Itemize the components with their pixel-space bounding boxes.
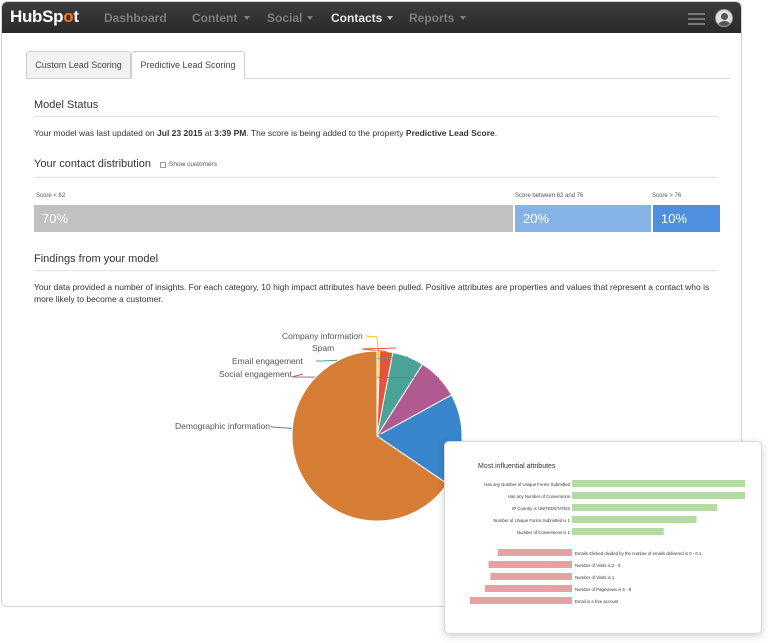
attribute-bar[interactable] bbox=[488, 561, 572, 568]
segment-label-high: Score > 76 bbox=[652, 193, 682, 199]
pie-label: Company information bbox=[282, 331, 363, 341]
chevron-down-icon bbox=[460, 16, 466, 20]
nav-reports[interactable]: Reports bbox=[409, 11, 454, 25]
tab-predictive-lead-scoring[interactable]: Predictive Lead Scoring bbox=[131, 51, 245, 79]
attribute-label: Has any Number of Conversions bbox=[508, 494, 570, 499]
attribute-label: Emails Clicked divided by the number of … bbox=[575, 551, 702, 556]
attribute-label: IP Country is UNITEDSTATES bbox=[512, 506, 570, 511]
attribute-label: Number of Pageviews is 5 - 8 bbox=[575, 587, 632, 592]
attribute-bar[interactable] bbox=[490, 573, 572, 580]
pie-label: Demographic information bbox=[175, 421, 270, 431]
model-status-heading: Model Status bbox=[34, 99, 99, 111]
chevron-down-icon bbox=[387, 16, 393, 20]
segment-label-low: Score < 62 bbox=[36, 193, 66, 199]
nav-contacts[interactable]: Contacts bbox=[331, 11, 382, 25]
pie-label: Email engagement bbox=[232, 356, 304, 366]
attribute-bar[interactable] bbox=[572, 528, 664, 535]
divider bbox=[34, 177, 718, 178]
nav-content[interactable]: Content bbox=[192, 11, 237, 25]
predictive-lead-score-property: Predictive Lead Score bbox=[405, 128, 495, 138]
attribute-label: Number of Conversions is 1 bbox=[517, 530, 571, 535]
attribute-bar[interactable] bbox=[572, 516, 697, 523]
attribute-bar[interactable] bbox=[572, 504, 718, 511]
model-updated-time: 3:39 PM bbox=[214, 128, 247, 138]
pie-label: Spam bbox=[312, 343, 334, 353]
findings-text: Your data provided a number of insights.… bbox=[34, 282, 710, 304]
tab-custom-lead-scoring[interactable]: Custom Lead Scoring bbox=[26, 51, 131, 79]
influential-attributes-card: Most influential attributes Has any Numb… bbox=[444, 441, 762, 634]
attribute-bar[interactable] bbox=[470, 597, 572, 604]
divider bbox=[34, 270, 718, 271]
hamburger-icon[interactable] bbox=[688, 13, 705, 25]
model-updated-date: Jul 23 2015 bbox=[157, 128, 203, 138]
attribute-label: Number of Visits is 2 - 5 bbox=[575, 563, 621, 568]
findings-heading: Findings from your model bbox=[34, 253, 159, 265]
segment-label-mid: Score between 62 and 76 bbox=[515, 193, 584, 199]
attribute-label: Has any Number of Unique Forms Submitted bbox=[484, 482, 570, 487]
distribution-bar-high[interactable]: 10% bbox=[653, 205, 720, 232]
pie-label: Social engagement bbox=[219, 369, 292, 379]
attribute-label: Number of Unique Forms Submitted is 1 bbox=[493, 518, 570, 523]
chevron-down-icon bbox=[244, 16, 250, 20]
top-navigation-bar: HubSpot Dashboard Content Social Contact… bbox=[2, 2, 741, 33]
show-customers-checkbox[interactable] bbox=[160, 162, 166, 168]
show-customers-label: Show customers bbox=[169, 161, 218, 168]
attribute-bar[interactable] bbox=[484, 585, 572, 592]
attributes-bar-chart: Has any Number of Unique Forms Submitted… bbox=[470, 480, 745, 604]
contact-distribution-heading: Your contact distribution bbox=[34, 158, 151, 170]
attribute-bar[interactable] bbox=[572, 492, 745, 499]
nav-social[interactable]: Social bbox=[267, 11, 302, 25]
attribute-bar[interactable] bbox=[572, 480, 745, 487]
distribution-bar-mid[interactable]: 20% bbox=[515, 205, 651, 232]
model-status-text: Your model was last updated on Jul 23 20… bbox=[34, 128, 498, 138]
hubspot-logo[interactable]: HubSpot bbox=[10, 7, 79, 27]
user-avatar-icon[interactable] bbox=[715, 9, 733, 27]
pie-leader-line bbox=[361, 347, 397, 353]
attribute-bar[interactable] bbox=[497, 549, 572, 556]
chevron-down-icon bbox=[307, 16, 313, 20]
distribution-bar-low[interactable]: 70% bbox=[34, 205, 513, 232]
nav-dashboard[interactable]: Dashboard bbox=[104, 11, 167, 25]
divider bbox=[34, 116, 718, 117]
attribute-label: Email is a free account bbox=[575, 599, 619, 604]
category-pie-chart: Company information Spam Email engagement S… bbox=[175, 331, 463, 522]
attribute-label: Number of Visits is 1 bbox=[575, 575, 615, 580]
